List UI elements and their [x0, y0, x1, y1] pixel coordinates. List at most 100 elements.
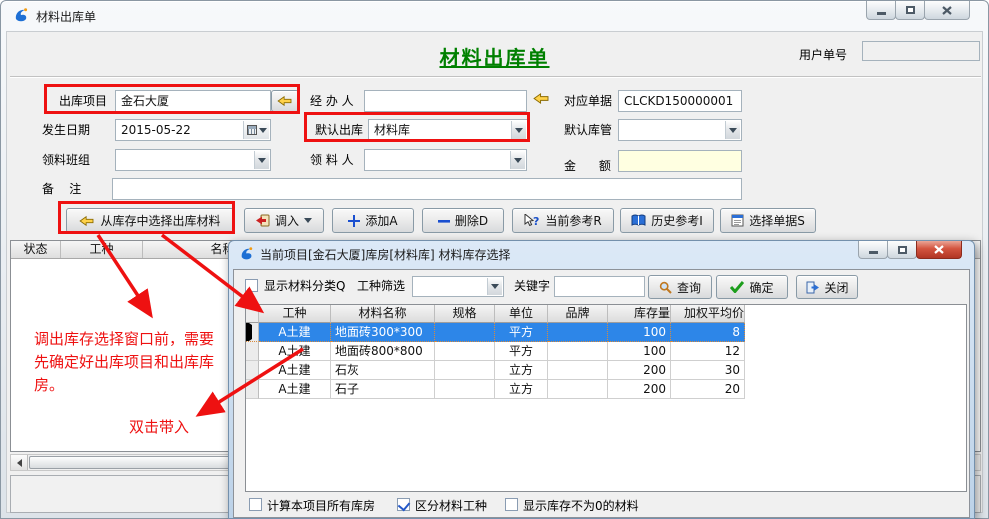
cell-unit[interactable]: 立方 — [495, 380, 548, 399]
doc-label: 对应单据 — [564, 91, 612, 111]
amount-field[interactable] — [618, 150, 742, 172]
delete-button[interactable]: 删除D — [422, 208, 504, 233]
cell-brand[interactable] — [548, 323, 608, 342]
cell-brand[interactable] — [548, 361, 608, 380]
scroll-left-icon[interactable] — [11, 455, 28, 470]
close-icon[interactable] — [916, 241, 962, 259]
cell-spec[interactable] — [435, 342, 495, 361]
keyword-input[interactable] — [554, 276, 645, 297]
cell-stock-qty[interactable]: 100 — [608, 323, 671, 342]
restore-icon[interactable] — [887, 241, 917, 259]
import-button[interactable]: 调入 — [244, 208, 324, 233]
cell-spec[interactable] — [435, 361, 495, 380]
keyword-label: 关键字 — [514, 276, 550, 296]
cell-worktype[interactable]: A土建 — [259, 323, 331, 342]
cell-worktype[interactable]: A土建 — [259, 361, 331, 380]
query-button[interactable]: 查询 — [648, 275, 712, 299]
cell-spec[interactable] — [435, 380, 495, 399]
row-marker-cell — [246, 380, 259, 399]
chevron-down-icon[interactable] — [487, 278, 502, 295]
cell-worktype[interactable]: A土建 — [259, 380, 331, 399]
highlight-box-project — [44, 84, 300, 114]
table-row[interactable]: A土建 石子 立方 200 20 — [246, 380, 966, 399]
ok-label: 确定 — [749, 279, 773, 296]
show-category-checkbox[interactable] — [245, 279, 258, 292]
worktype-filter-select[interactable] — [412, 276, 504, 297]
app-icon — [13, 7, 29, 26]
all-warehouses-label: 计算本项目所有库房 — [267, 496, 375, 516]
chevron-down-icon[interactable] — [725, 121, 740, 139]
cell-avg-price[interactable]: 20 — [671, 380, 745, 399]
keeper-select[interactable] — [618, 119, 742, 141]
minimize-icon[interactable] — [866, 1, 896, 20]
annotation-note: 调出库存选择窗口前，需要先确定好出库项目和出库库房。 — [34, 328, 216, 397]
col-stock-qty[interactable]: 库存量 — [608, 305, 671, 323]
dialog-titlebar[interactable]: 当前项目[金石大厦]库房[材料库] 材料库存选择 — [229, 241, 974, 268]
history-ref-label: 历史参考I — [651, 212, 703, 229]
close-dialog-button[interactable]: 关闭 — [796, 275, 858, 299]
table-row[interactable]: A土建 石灰 立方 200 30 — [246, 361, 966, 380]
agent-field[interactable] — [364, 90, 527, 112]
ok-button[interactable]: 确定 — [716, 275, 788, 299]
cell-worktype[interactable]: A土建 — [259, 342, 331, 361]
cell-spec[interactable] — [435, 323, 495, 342]
restore-icon[interactable] — [895, 1, 925, 20]
show-category-label: 显示材料分类Q — [264, 276, 345, 296]
cell-avg-price[interactable]: 8 — [671, 323, 745, 342]
col-worktype[interactable]: 工种 — [61, 241, 143, 258]
col-spec[interactable]: 规格 — [435, 305, 495, 323]
cell-brand[interactable] — [548, 380, 608, 399]
chevron-down-icon[interactable] — [254, 151, 269, 169]
import-label: 调入 — [275, 212, 299, 229]
calendar-icon[interactable] — [243, 121, 269, 139]
delete-label: 删除D — [455, 212, 488, 229]
current-ref-button[interactable]: ? 当前参考R — [512, 208, 614, 233]
nonzero-stock-checkbox[interactable] — [505, 498, 518, 511]
user-no-field[interactable] — [862, 41, 980, 61]
cell-material-name[interactable]: 地面砖300*300 — [331, 323, 435, 342]
select-doc-button[interactable]: 选择单据S — [720, 208, 816, 233]
table-row[interactable]: A土建 地面砖300*300 平方 100 8 — [246, 323, 966, 342]
remark-field[interactable] — [112, 178, 742, 200]
col-marker — [246, 305, 259, 323]
col-worktype[interactable]: 工种 — [259, 305, 331, 323]
col-avg-price[interactable]: 加权平均价 — [671, 305, 745, 323]
annotation-tip: 双击带入 — [129, 416, 189, 437]
cell-material-name[interactable]: 地面砖800*800 — [331, 342, 435, 361]
screen: 材料出库单 材料出库单 用户单号 出库项目 金石大厦 经 办 人 对应单据 CL… — [0, 0, 989, 519]
team-select[interactable] — [115, 149, 271, 171]
close-icon[interactable] — [924, 1, 970, 20]
cell-brand[interactable] — [548, 342, 608, 361]
add-label: 添加A — [365, 212, 397, 229]
cell-unit[interactable]: 平方 — [495, 323, 548, 342]
table-row[interactable]: A土建 地面砖800*800 平方 100 12 — [246, 342, 966, 361]
minimize-icon[interactable] — [858, 241, 888, 259]
history-ref-button[interactable]: 历史参考I — [620, 208, 714, 233]
split-worktype-checkbox[interactable] — [397, 498, 410, 511]
amount-label: 金 额 — [564, 156, 611, 176]
col-unit[interactable]: 单位 — [495, 305, 548, 323]
cell-material-name[interactable]: 石子 — [331, 380, 435, 399]
date-field[interactable]: 2015-05-22 — [115, 119, 271, 141]
cell-avg-price[interactable]: 30 — [671, 361, 745, 380]
hand-pointer-icon[interactable] — [533, 92, 550, 108]
cell-unit[interactable]: 平方 — [495, 342, 548, 361]
all-warehouses-checkbox[interactable] — [249, 498, 262, 511]
cell-stock-qty[interactable]: 200 — [608, 361, 671, 380]
chevron-down-icon[interactable] — [510, 151, 525, 169]
picker-select[interactable] — [364, 149, 527, 171]
main-titlebar[interactable]: 材料出库单 — [1, 1, 988, 31]
notepad-icon — [731, 214, 744, 227]
cell-avg-price[interactable]: 12 — [671, 342, 745, 361]
col-brand[interactable]: 品牌 — [548, 305, 608, 323]
svg-text:?: ? — [533, 215, 539, 228]
add-button[interactable]: 添加A — [332, 208, 414, 233]
doc-field[interactable]: CLCKD150000001 — [618, 90, 742, 112]
cell-material-name[interactable]: 石灰 — [331, 361, 435, 380]
col-status[interactable]: 状态 — [11, 241, 61, 258]
cell-stock-qty[interactable]: 100 — [608, 342, 671, 361]
row-marker-cell — [246, 342, 259, 361]
cell-unit[interactable]: 立方 — [495, 361, 548, 380]
cell-stock-qty[interactable]: 200 — [608, 380, 671, 399]
col-material-name[interactable]: 材料名称 — [331, 305, 435, 323]
